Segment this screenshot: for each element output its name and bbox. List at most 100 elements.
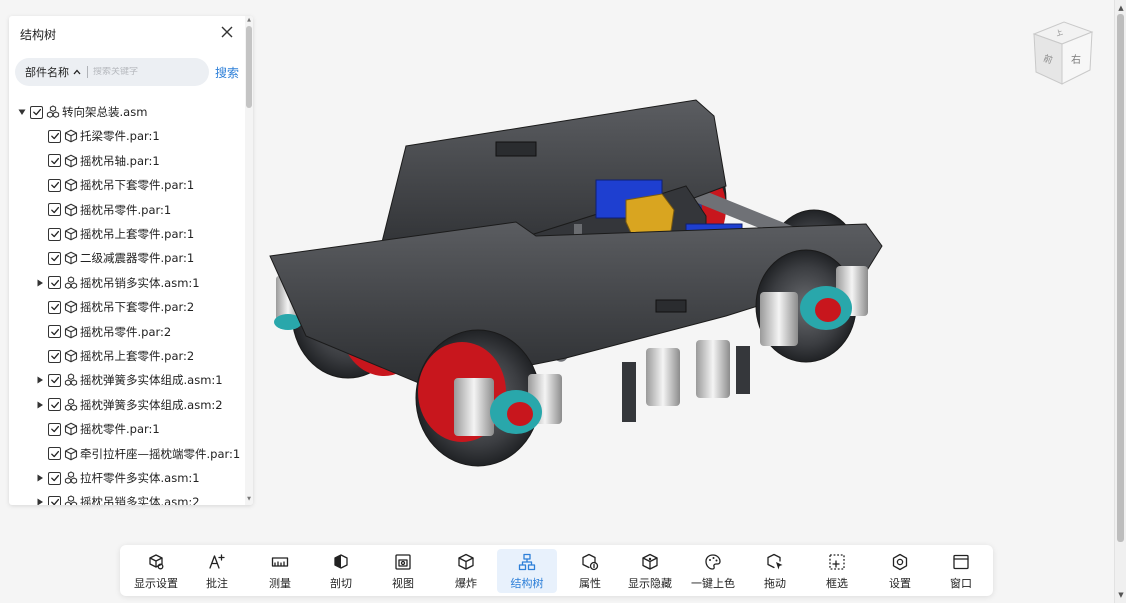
- visibility-checkbox[interactable]: [48, 203, 61, 217]
- visibility-checkbox[interactable]: [48, 373, 61, 387]
- visibility-checkbox[interactable]: [48, 154, 61, 168]
- visibility-checkbox[interactable]: [48, 349, 61, 363]
- frame-damper-front: [655, 299, 687, 313]
- view-cube[interactable]: 上 前 右: [1030, 18, 1096, 90]
- section-cut-icon: [332, 553, 350, 571]
- toolbar-button-ruler[interactable]: 测量: [250, 549, 310, 593]
- visibility-checkbox[interactable]: [48, 129, 61, 143]
- ruler-icon: [271, 553, 289, 571]
- toolbar-button-explode[interactable]: 爆炸: [436, 549, 496, 593]
- toolbar-button-show-hide[interactable]: 显示隐藏: [620, 549, 680, 593]
- toolbar-button-window[interactable]: 窗口: [931, 549, 991, 593]
- search-field-select[interactable]: 部件名称: [25, 64, 82, 80]
- tree-scroll-down-arrow[interactable]: ▼: [245, 496, 253, 502]
- tree-node-label: 摇枕吊下套零件.par:1: [80, 178, 195, 193]
- visibility-checkbox[interactable]: [48, 325, 61, 339]
- tree-node-label: 拉杆零件多实体.asm:1: [80, 471, 200, 485]
- assembly-icon: [64, 276, 78, 290]
- search-input[interactable]: [93, 67, 193, 77]
- expand-toggle-icon[interactable]: [17, 107, 27, 117]
- visibility-checkbox[interactable]: [48, 422, 61, 436]
- tree-node[interactable]: 摇枕吊轴.par:1: [35, 150, 160, 172]
- visibility-checkbox[interactable]: [30, 105, 43, 119]
- visibility-checkbox[interactable]: [48, 495, 61, 505]
- toolbar-button-gear[interactable]: 设置: [870, 549, 930, 593]
- toolbar-button-label: 设置: [889, 577, 911, 590]
- collapse-toggle-icon[interactable]: [35, 278, 45, 288]
- tree-node[interactable]: 摇枕吊零件.par:1: [35, 199, 171, 221]
- visibility-checkbox[interactable]: [48, 300, 61, 314]
- toolbar-button-label: 视图: [392, 577, 414, 590]
- drag-icon: [766, 553, 784, 571]
- page-scrollbar-thumb[interactable]: [1117, 14, 1124, 542]
- structure-tree-panel: 结构树 部件名称 搜索 转向架总装.asm 托梁零件.par:1 摇枕吊轴.par:…: [9, 16, 253, 505]
- visibility-checkbox[interactable]: [48, 276, 61, 290]
- toolbar-button-structure-tree[interactable]: 结构树: [497, 549, 557, 593]
- toolbar-button-label: 窗口: [950, 577, 972, 590]
- tree-node[interactable]: 摇枕吊上套零件.par:2: [35, 345, 194, 367]
- visibility-checkbox[interactable]: [48, 251, 61, 265]
- toolbar-button-display-settings[interactable]: 显示设置: [126, 549, 186, 593]
- collapse-toggle-icon[interactable]: [35, 473, 45, 483]
- close-icon[interactable]: [219, 24, 235, 40]
- properties-icon: [581, 553, 599, 571]
- collapse-toggle-icon[interactable]: [35, 400, 45, 410]
- tree-node[interactable]: 摇枕弹簧多实体组成.asm:2: [35, 394, 223, 416]
- tree-scroll-up-arrow[interactable]: ▲: [245, 17, 253, 23]
- tree-node[interactable]: 摇枕吊销多实体.asm:1: [35, 272, 200, 294]
- toolbar-button-section-cut[interactable]: 剖切: [311, 549, 371, 593]
- tree-node[interactable]: 二级减震器零件.par:1: [35, 247, 194, 269]
- tree-node-label: 摇枕弹簧多实体组成.asm:1: [80, 373, 223, 388]
- visibility-checkbox[interactable]: [48, 178, 61, 192]
- tree-node[interactable]: 摇枕吊销多实体.asm:2: [35, 491, 200, 505]
- bolster-springs: [646, 340, 730, 406]
- page-scrollbar[interactable]: ▲ ▼: [1114, 0, 1126, 603]
- part-icon: [64, 349, 78, 363]
- tree-node[interactable]: 拉杆零件多实体.asm:1: [35, 467, 200, 489]
- toolbar-button-label: 爆炸: [455, 577, 477, 590]
- search-row: 部件名称 搜索: [15, 58, 247, 86]
- tree-node[interactable]: 摇枕吊上套零件.par:1: [35, 223, 194, 245]
- collapse-toggle-icon[interactable]: [35, 497, 45, 505]
- part-icon: [64, 447, 78, 461]
- search-divider: [87, 66, 88, 78]
- tree-node[interactable]: 摇枕弹簧多实体组成.asm:1: [35, 369, 223, 391]
- scroll-down-arrow[interactable]: ▼: [1115, 589, 1126, 601]
- tree-node[interactable]: 托梁零件.par:1: [35, 125, 160, 147]
- toolbar-button-camera-view[interactable]: 视图: [373, 549, 433, 593]
- toolbar-button-label: 显示设置: [134, 577, 178, 590]
- toolbar-button-label: 一键上色: [691, 577, 735, 590]
- tree-node[interactable]: 摇枕吊下套零件.par:2: [35, 296, 194, 318]
- tree-node[interactable]: 牵引拉杆座—摇枕端零件.par:1: [35, 443, 240, 465]
- collapse-toggle-icon[interactable]: [35, 375, 45, 385]
- window-icon: [952, 553, 970, 571]
- visibility-checkbox[interactable]: [48, 447, 61, 461]
- tree-node-label: 托梁零件.par:1: [80, 129, 160, 144]
- toolbar-button-palette[interactable]: 一键上色: [683, 549, 743, 593]
- toolbar-button-annotate[interactable]: 批注: [187, 549, 247, 593]
- bogie-3d-model[interactable]: [266, 96, 886, 468]
- part-icon: [64, 154, 78, 168]
- scroll-up-arrow[interactable]: ▲: [1115, 2, 1126, 14]
- frame-damper: [495, 141, 537, 157]
- tree-node[interactable]: 转向架总装.asm: [17, 101, 147, 123]
- visibility-checkbox[interactable]: [48, 227, 61, 241]
- assembly-icon: [46, 105, 60, 119]
- gear-icon: [891, 553, 909, 571]
- visibility-checkbox[interactable]: [48, 398, 61, 412]
- tree-node[interactable]: 摇枕吊下套零件.par:1: [35, 174, 194, 196]
- assembly-icon: [64, 471, 78, 485]
- search-button[interactable]: 搜索: [215, 64, 239, 81]
- tree-node[interactable]: 摇枕零件.par:1: [35, 418, 160, 440]
- tree-node[interactable]: 摇枕吊零件.par:2: [35, 321, 171, 343]
- structure-tree[interactable]: 转向架总装.asm 托梁零件.par:1 摇枕吊轴.par:1 摇枕吊下套零件.par…: [9, 101, 245, 505]
- toolbar-button-drag[interactable]: 拖动: [745, 549, 805, 593]
- visibility-checkbox[interactable]: [48, 471, 61, 485]
- tree-scrollbar[interactable]: ▲ ▼: [245, 16, 253, 505]
- toolbar-button-properties[interactable]: 属性: [560, 549, 620, 593]
- toolbar-button-box-select[interactable]: 框选: [807, 549, 867, 593]
- tree-scrollbar-thumb[interactable]: [246, 26, 252, 108]
